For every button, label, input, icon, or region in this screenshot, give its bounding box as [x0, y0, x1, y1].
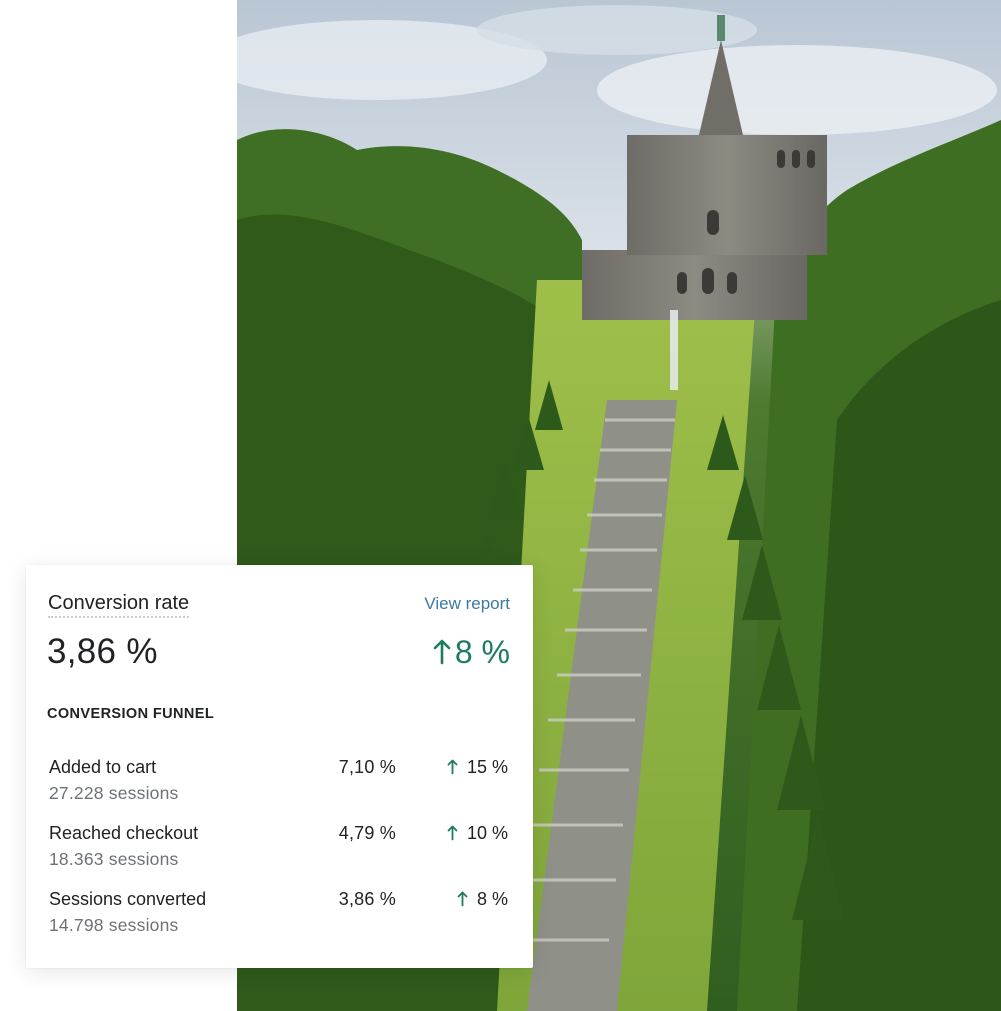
funnel-row-change: 8 %: [457, 887, 508, 911]
funnel-list: Added to cart 27.228 sessions 7,10 % 15 …: [49, 755, 508, 953]
metric-change-value: 8 %: [454, 634, 510, 670]
funnel-row-sessions: 18.363 sessions: [49, 849, 179, 869]
funnel-row-change-value: 15 %: [466, 757, 508, 777]
arrow-up-icon: [447, 759, 458, 775]
funnel-row-rate: 4,79 %: [338, 823, 396, 843]
funnel-heading: CONVERSION FUNNEL: [47, 706, 215, 722]
funnel-row-sessions: 27.228 sessions: [49, 783, 179, 803]
funnel-row-rate: 3,86 %: [338, 889, 396, 909]
funnel-row-reached-checkout: Reached checkout 18.363 sessions 4,79 % …: [49, 821, 508, 887]
funnel-row-sessions-converted: Sessions converted 14.798 sessions 3,86 …: [49, 887, 508, 953]
funnel-row-change-value: 10 %: [466, 823, 508, 843]
funnel-row-change: 15 %: [447, 755, 508, 779]
arrow-up-icon: [447, 825, 458, 841]
view-report-link[interactable]: View report: [424, 593, 510, 615]
conversion-rate-card: Conversion rate View report 3,86 % 8 % C…: [26, 565, 533, 968]
arrow-up-icon: [433, 639, 451, 665]
funnel-row-sessions: 14.798 sessions: [49, 915, 179, 935]
funnel-row-label: Sessions converted: [49, 889, 207, 909]
metric-title[interactable]: Conversion rate: [48, 591, 190, 618]
funnel-row-rate: 7,10 %: [338, 757, 396, 777]
arrow-up-icon: [457, 891, 468, 907]
funnel-row-added-to-cart: Added to cart 27.228 sessions 7,10 % 15 …: [49, 755, 508, 821]
funnel-row-label: Added to cart: [49, 757, 157, 777]
funnel-row-change-value: 8 %: [476, 889, 508, 909]
funnel-row-label: Reached checkout: [49, 823, 199, 843]
funnel-row-change: 10 %: [447, 821, 508, 845]
card-header: Conversion rate View report: [48, 591, 510, 619]
metric-change: 8 %: [433, 632, 510, 672]
metric-value: 3,86 %: [47, 632, 158, 671]
